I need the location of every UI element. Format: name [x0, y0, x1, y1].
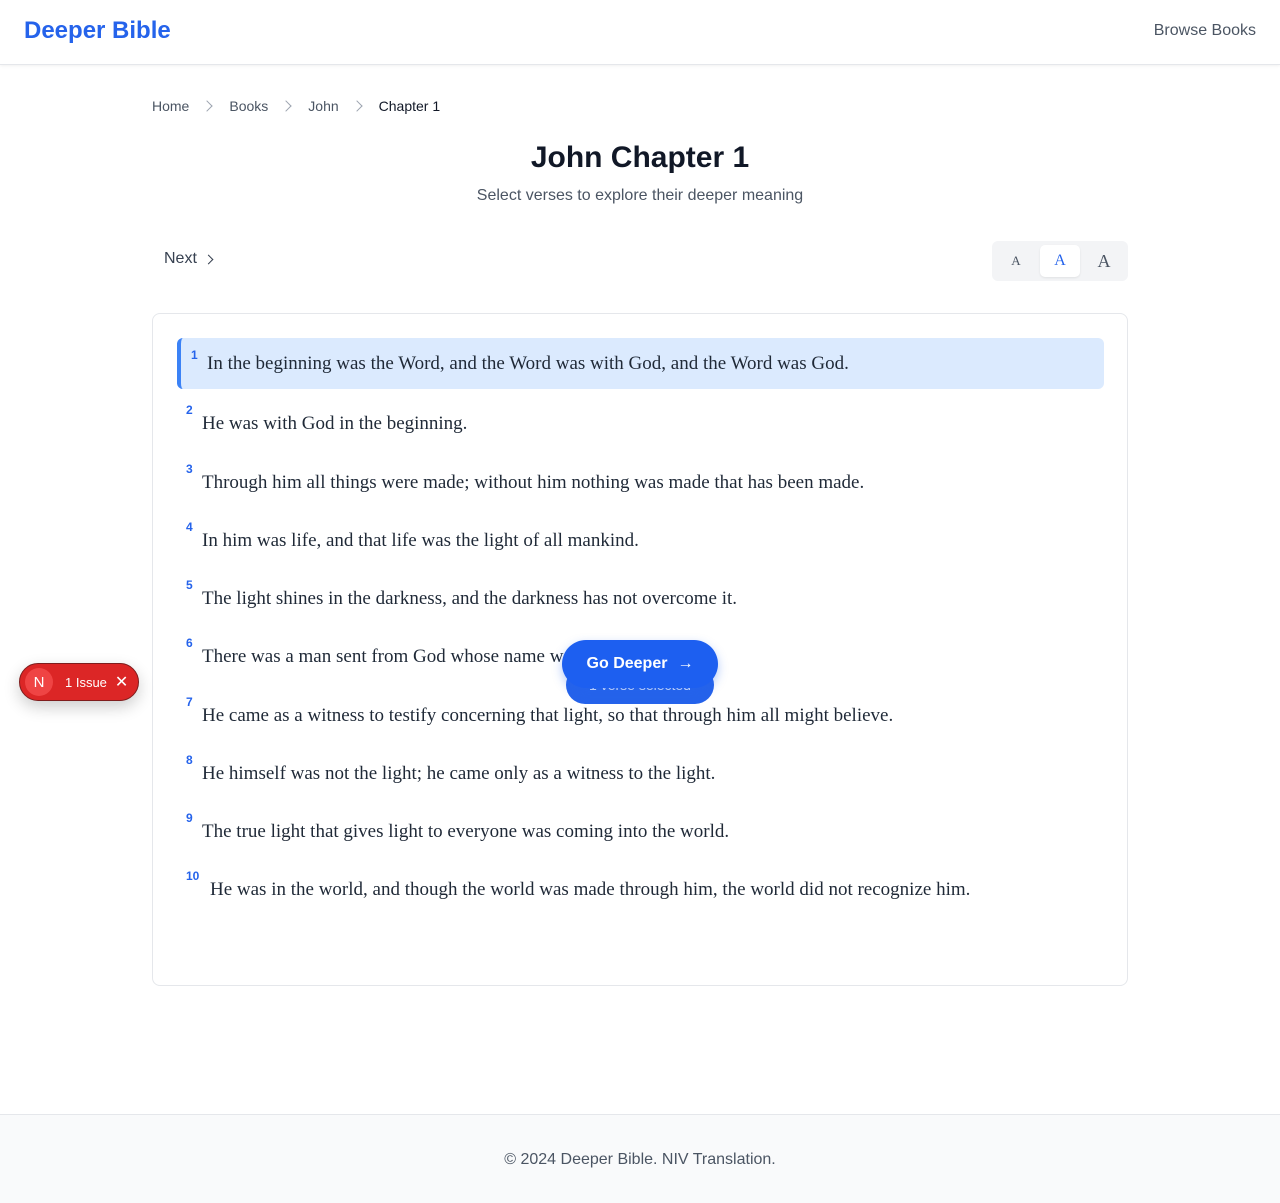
verse-number: 10: [186, 869, 200, 883]
go-deeper-button[interactable]: Go Deeper →: [562, 640, 718, 688]
verse-number: 5: [186, 578, 193, 592]
chevron-right-icon: [201, 100, 214, 112]
close-icon[interactable]: ✕: [115, 672, 128, 692]
verse-item[interactable]: 1 In the beginning was the Word, and the…: [177, 338, 1104, 389]
verse-number: 2: [186, 403, 193, 417]
verse-item[interactable]: 8 He himself was not the light; he came …: [177, 753, 1104, 785]
verse-text: In him was life, and that life was the l…: [202, 530, 639, 551]
chevron-right-icon: [203, 254, 214, 264]
verse-text: The true light that gives light to every…: [202, 821, 730, 842]
chevron-right-icon: [280, 100, 292, 112]
verse-number: 1: [191, 348, 198, 362]
verse-text: He came as a witness to testify concerni…: [202, 705, 894, 726]
font-size-selector: A A A: [992, 241, 1128, 281]
go-deeper-label: Go Deeper: [586, 655, 668, 672]
chevron-right-icon: [350, 100, 363, 112]
verse-number: 3: [186, 462, 193, 476]
verse-item[interactable]: 9 The true light that gives light to eve…: [177, 811, 1104, 843]
browse-books-link[interactable]: Browse Books: [1154, 22, 1256, 40]
font-size-small-button[interactable]: A: [996, 245, 1036, 277]
site-logo[interactable]: Deeper Bible: [24, 17, 171, 45]
page-title: John Chapter 1: [530, 141, 750, 174]
verse-number: 7: [186, 695, 193, 709]
verse-item[interactable]: 2 He was with God in the beginning.: [177, 403, 1104, 435]
site-footer: © 2024 Deeper Bible. NIV Translation.: [0, 1114, 1280, 1203]
verse-number: 4: [186, 520, 193, 534]
page-subtitle: Select verses to explore their deeper me…: [476, 187, 804, 204]
font-size-large-button[interactable]: A: [1084, 245, 1124, 277]
verse-number: 9: [186, 811, 193, 825]
breadcrumb: Home Books John Chapter 1: [152, 98, 440, 114]
verse-item[interactable]: 3 Through him all things were made; with…: [177, 462, 1104, 494]
verse-text: In the beginning was the Word, and the W…: [207, 353, 849, 374]
footer-copyright: © 2024 Deeper Bible. NIV Translation.: [504, 1151, 776, 1168]
verse-text: He was with God in the beginning.: [202, 413, 468, 434]
nextjs-logo-icon: N: [25, 668, 53, 696]
verse-text: He himself was not the light; he came on…: [202, 763, 716, 784]
dev-issues-badge[interactable]: N 1 Issue ✕: [19, 663, 139, 701]
next-chapter-button[interactable]: Next: [164, 250, 214, 268]
verse-number: 6: [186, 636, 193, 650]
verse-item[interactable]: 4 In him was life, and that life was the…: [177, 520, 1104, 552]
arrow-right-icon: →: [677, 655, 694, 672]
site-header: Deeper Bible Browse Books: [0, 0, 1280, 65]
font-size-medium-button[interactable]: A: [1040, 245, 1080, 277]
issues-count: 1 Issue: [65, 674, 107, 690]
breadcrumb-home[interactable]: Home: [152, 98, 189, 114]
verse-item[interactable]: 10 He was in the world, and though the w…: [177, 869, 1104, 901]
next-label: Next: [164, 250, 197, 267]
verse-number: 8: [186, 753, 193, 767]
verse-text: There was a man sent from God whose name…: [202, 646, 564, 667]
breadcrumb-current: Chapter 1: [378, 98, 441, 114]
verse-item[interactable]: 5 The light shines in the darkness, and …: [177, 578, 1104, 610]
verse-text: He was in the world, and though the worl…: [210, 879, 971, 900]
breadcrumb-books[interactable]: Books: [229, 98, 268, 114]
verse-text: Through him all things were made; withou…: [202, 472, 865, 493]
verse-text: The light shines in the darkness, and th…: [202, 588, 738, 609]
breadcrumb-book[interactable]: John: [308, 98, 338, 114]
